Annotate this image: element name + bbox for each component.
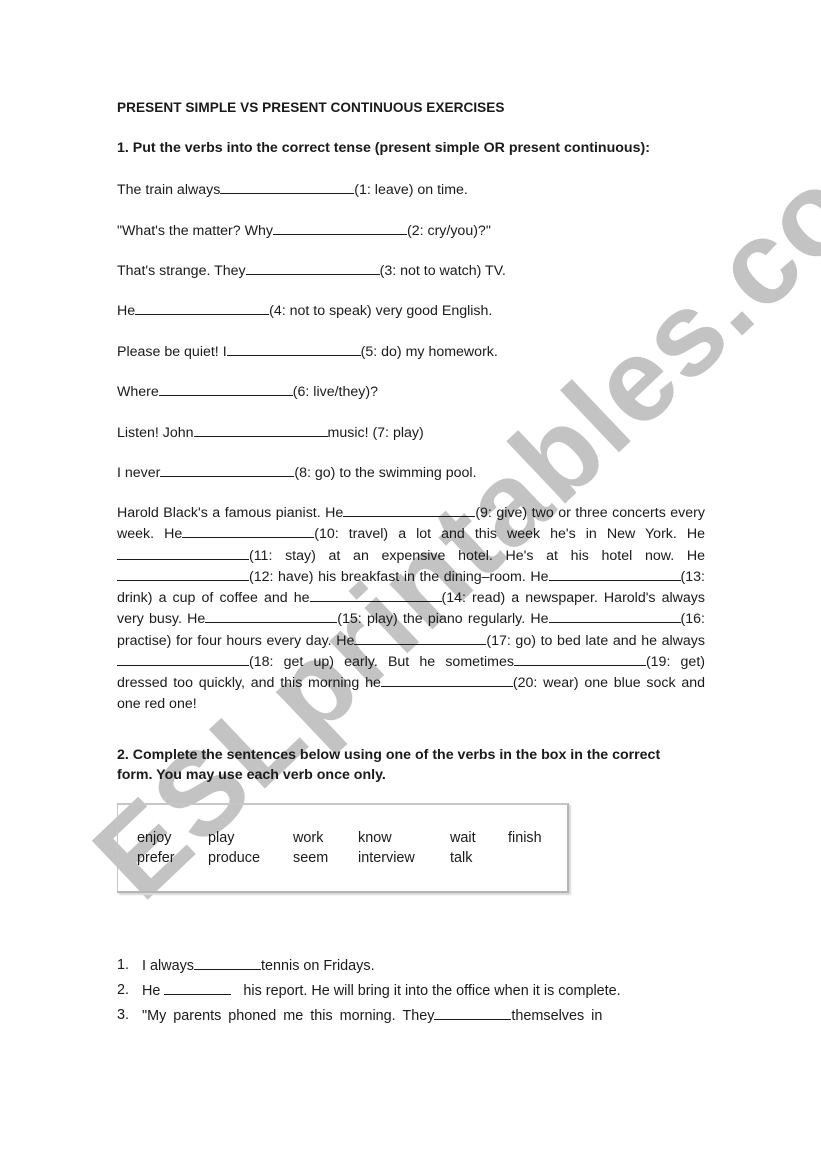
sentence-text-before: Where <box>117 384 159 400</box>
sentence-4: He (4: not to speak) very good English. <box>117 300 492 321</box>
verb-word: know <box>358 830 392 846</box>
page-title: PRESENT SIMPLE VS PRESENT CONTINUOUS EXE… <box>117 100 505 115</box>
answer-blank-14[interactable] <box>309 587 442 603</box>
sentence-1: The train always (1: leave) on time. <box>117 179 468 200</box>
item-text-before: He <box>142 983 165 999</box>
exercise1-instruction: 1. Put the verbs into the correct tense … <box>117 140 650 156</box>
sentence-text-before: He <box>117 303 136 319</box>
exercise2-item-1: 1. I always tennis on Fridays. <box>117 955 637 976</box>
answer-blank-13[interactable] <box>548 566 681 581</box>
sentence-text-before: "What's the matter? Why <box>117 223 273 239</box>
paragraph-text: (10: travel) a lot and this week he's in… <box>314 526 706 543</box>
answer-blank-19[interactable] <box>513 651 646 667</box>
verb-grid: enjoy play work know wait finish prefer … <box>137 830 568 870</box>
item-number: 2. <box>117 982 130 998</box>
sentence-text-before: The train always <box>117 182 221 198</box>
sentence-text-after: music! (7: play) <box>327 425 424 441</box>
exercise2-instruction: 2. Complete the sentences below using on… <box>117 747 661 783</box>
answer-blank-16[interactable] <box>548 608 681 624</box>
paragraph-text: (11: stay) at an expensive hotel. He's a… <box>249 547 705 564</box>
answer-blank-item-1[interactable] <box>193 955 261 970</box>
answer-blank-4[interactable] <box>135 300 270 315</box>
answer-blank-7[interactable] <box>193 422 328 437</box>
answer-blank-11[interactable] <box>117 545 249 560</box>
answer-blank-1[interactable] <box>220 179 355 194</box>
verb-box: enjoy play work know wait finish prefer … <box>117 803 569 893</box>
sentence-text-after: (1: leave) on time. <box>354 182 468 198</box>
sentence-2: "What's the matter? Why (2: cry/you)?" <box>117 220 491 241</box>
sentence-text-before: I never <box>117 465 161 481</box>
answer-blank-6[interactable] <box>158 381 293 396</box>
answer-blank-18[interactable] <box>117 651 249 667</box>
paragraph-text: (12: have) his breakfast in the dining–r… <box>249 568 549 585</box>
sentence-text-before: That's strange. They <box>117 263 246 279</box>
exercise2-list: 1. I always tennis on Fridays. 2. He his … <box>117 955 637 1030</box>
answer-blank-2[interactable] <box>272 220 407 235</box>
item-text-after: tennis on Fridays. <box>260 958 375 974</box>
verb-word: prefer <box>137 850 175 866</box>
sentence-text-after: (2: cry/you)?" <box>406 223 491 239</box>
exercise2-item-2: 2. He his report. He will bring it into … <box>117 980 637 1001</box>
harold-paragraph: Harold Black's a famous pianist. He (9: g… <box>117 502 705 714</box>
answer-blank-item-2[interactable] <box>164 980 232 995</box>
verb-word: finish <box>508 830 542 846</box>
verb-word: play <box>208 830 235 846</box>
sentence-text-before: Listen! John <box>117 425 194 441</box>
sentence-8: I never (8: go) to the swimming pool. <box>117 462 477 483</box>
answer-blank-20[interactable] <box>380 672 513 688</box>
paragraph-text: (18: get up) early. But he sometimes <box>249 654 514 671</box>
verb-word: wait <box>450 830 476 846</box>
item-number: 3. <box>117 1007 130 1023</box>
exercise2-item-3: 3. "My parents phoned me this morning. T… <box>117 1005 637 1026</box>
verb-word: produce <box>208 850 261 866</box>
sentence-text-after: (6: live/they)? <box>292 384 378 400</box>
sentence-3: That's strange. They (3: not to watch) TV… <box>117 260 506 281</box>
verb-word: seem <box>293 850 329 866</box>
sentence-7: Listen! John music! (7: play) <box>117 422 424 443</box>
verb-word: work <box>293 830 324 846</box>
paragraph-text: Harold Black's a famous pianist. He <box>117 505 344 521</box>
verb-word <box>508 850 568 870</box>
answer-blank-9[interactable] <box>343 502 476 517</box>
item-number: 1. <box>117 957 130 973</box>
answer-blank-5[interactable] <box>226 341 361 356</box>
sentence-6: Where (6: live/they)? <box>117 381 378 402</box>
item-text-before: "My parents phoned me this morning. They <box>142 1008 435 1024</box>
answer-blank-10[interactable] <box>182 523 315 539</box>
answer-blank-17[interactable] <box>354 630 487 645</box>
sentence-text-after: (8: go) to the swimming pool. <box>294 465 477 481</box>
item-text-after: themselves in <box>511 1008 603 1024</box>
sentence-text-before: Please be quiet! I <box>117 344 227 360</box>
item-text-before: I always <box>142 958 194 974</box>
paragraph-text: (17: go) to bed late and he always <box>486 632 705 649</box>
answer-blank-8[interactable] <box>160 462 295 477</box>
verb-word: interview <box>358 850 415 866</box>
answer-blank-3[interactable] <box>245 260 380 275</box>
paragraph-text: (15: play) the piano regularly. He <box>337 611 549 628</box>
verb-word: enjoy <box>137 830 172 846</box>
sentence-text-after: (3: not to watch) TV. <box>379 263 506 279</box>
verb-word: talk <box>450 850 473 866</box>
sentence-5: Please be quiet! I (5: do) my homework. <box>117 341 498 362</box>
item-text-after: his report. He will bring it into the of… <box>231 983 621 999</box>
sentence-text-after: (4: not to speak) very good English. <box>269 303 493 319</box>
answer-blank-12[interactable] <box>117 566 249 581</box>
answer-blank-15[interactable] <box>205 608 338 624</box>
answer-blank-item-3[interactable] <box>434 1005 512 1020</box>
sentence-text-after: (5: do) my homework. <box>360 344 498 360</box>
worksheet-page: ESLprintables.com PRESENT SIMPLE VS PRES… <box>0 0 821 1162</box>
